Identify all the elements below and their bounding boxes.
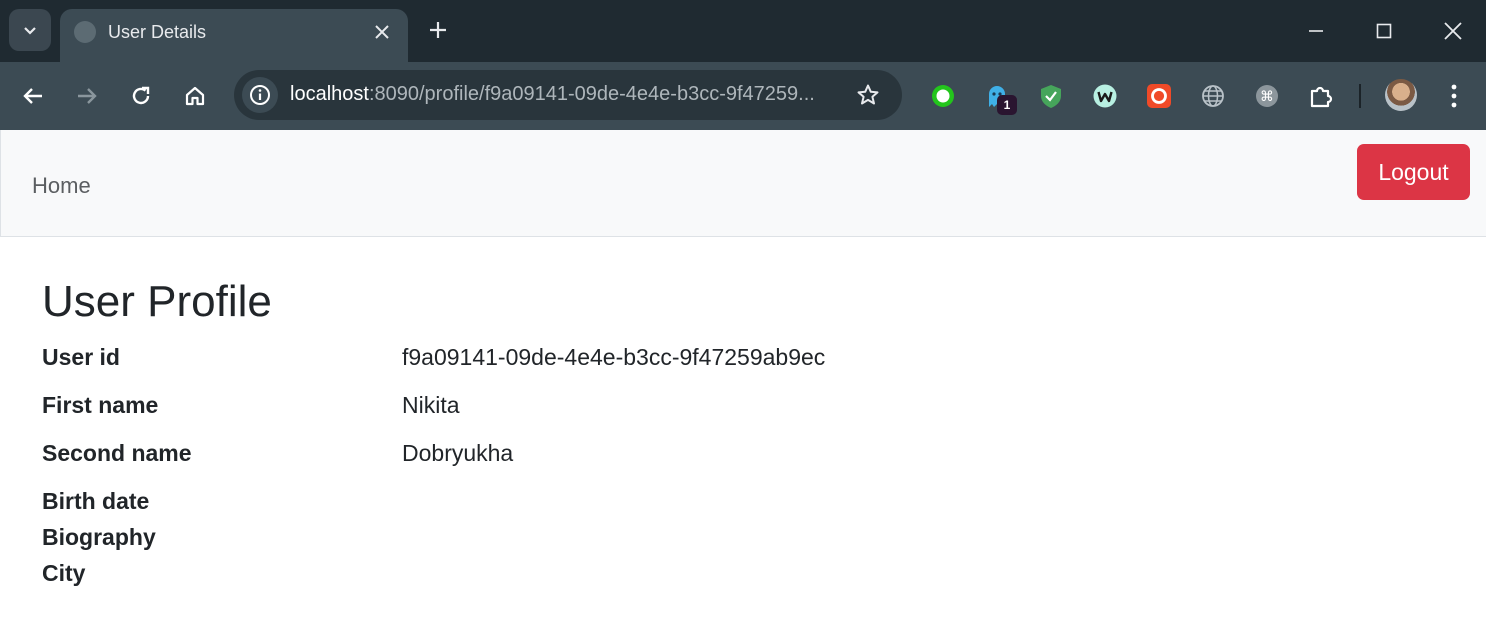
- chevron-down-icon: [24, 27, 36, 35]
- close-icon: [1444, 22, 1462, 40]
- orange-ring-icon: [1147, 84, 1171, 108]
- field-label: City: [42, 560, 86, 586]
- site-info-button[interactable]: [242, 77, 278, 113]
- field-value: f9a09141-09de-4e4e-b3cc-9f47259ab9ec: [402, 344, 826, 370]
- minimize-icon: [1309, 30, 1323, 32]
- bookmark-button[interactable]: [854, 81, 882, 109]
- command-key-icon: ⌘: [1256, 85, 1278, 107]
- site-navbar: Home Logout: [0, 130, 1486, 237]
- home-icon: [185, 86, 205, 106]
- field-label: Biography: [42, 524, 156, 550]
- profile-details: User id f9a09141-09de-4e4e-b3cc-9f47259a…: [42, 334, 1442, 586]
- address-bar[interactable]: localhost:8090/profile/f9a09141-09de-4e4…: [234, 70, 902, 120]
- reload-button[interactable]: [121, 76, 161, 116]
- extension-globe-icon[interactable]: [1199, 82, 1227, 110]
- svg-text:⌘: ⌘: [1260, 89, 1274, 105]
- page-title: User Profile: [42, 277, 272, 326]
- profile-row-birth-date: Birth date: [42, 478, 1442, 514]
- profile-row-user-id: User id f9a09141-09de-4e4e-b3cc-9f47259a…: [42, 334, 1442, 382]
- forward-button[interactable]: [67, 76, 107, 116]
- globe-icon: [1202, 85, 1224, 107]
- extension-shield-icon[interactable]: [1037, 82, 1065, 110]
- browser-toolbar: localhost:8090/profile/f9a09141-09de-4e4…: [0, 62, 1486, 130]
- tab-title: User Details: [108, 22, 207, 42]
- arrow-right-icon: [78, 88, 97, 104]
- browser-tab-active[interactable]: User Details: [60, 9, 408, 62]
- extension-command-icon[interactable]: ⌘: [1253, 82, 1281, 110]
- shield-icon: [1041, 85, 1061, 108]
- toolbar-separator: [1359, 84, 1361, 108]
- w-logo-icon: [1093, 84, 1117, 108]
- url-path: :8090/profile/f9a09141-09de-4e4e-b3cc-9f…: [368, 83, 815, 105]
- extension-badge: 1: [997, 95, 1017, 115]
- home-button[interactable]: [175, 76, 215, 116]
- new-tab-button[interactable]: [424, 16, 452, 44]
- field-label: Second name: [42, 440, 192, 466]
- plus-icon: [430, 22, 446, 38]
- profile-row-biography: Biography: [42, 514, 1442, 550]
- browser-menu-button[interactable]: [1440, 79, 1468, 113]
- profile-row-second-name: Second name Dobryukha: [42, 430, 1442, 478]
- maximize-icon: [1376, 23, 1392, 39]
- puzzle-icon: [1310, 86, 1333, 108]
- close-icon: [375, 25, 389, 39]
- info-icon: [250, 85, 270, 105]
- back-button[interactable]: [13, 76, 53, 116]
- profile-row-first-name: First name Nikita: [42, 382, 1442, 430]
- extension-orange-ring-icon[interactable]: [1145, 82, 1173, 110]
- profile-row-city: City: [42, 550, 1442, 586]
- extensions-menu-button[interactable]: [1307, 82, 1335, 110]
- globe-icon: [74, 21, 96, 43]
- nav-home-link[interactable]: Home: [32, 173, 91, 199]
- minimize-button[interactable]: [1299, 14, 1333, 48]
- more-vertical-icon: [1451, 84, 1457, 108]
- tab-search-button[interactable]: [9, 9, 51, 51]
- profile-content: User Profile User id f9a09141-09de-4e4e-…: [42, 270, 1442, 586]
- browser-tab-bar: User Details: [0, 0, 1486, 62]
- profile-avatar[interactable]: [1385, 79, 1417, 111]
- extension-w-icon[interactable]: [1091, 82, 1119, 110]
- field-value: Nikita: [402, 392, 460, 418]
- url-text: localhost:8090/profile/f9a09141-09de-4e4…: [290, 83, 815, 106]
- close-window-button[interactable]: [1436, 14, 1470, 48]
- green-circle-icon: [932, 85, 954, 107]
- extension-green-circle-icon[interactable]: [929, 82, 957, 110]
- field-label: First name: [42, 392, 159, 418]
- logout-button[interactable]: Logout: [1357, 144, 1470, 200]
- field-label: User id: [42, 344, 120, 370]
- arrow-left-icon: [23, 88, 42, 104]
- close-tab-button[interactable]: [370, 20, 394, 44]
- maximize-button[interactable]: [1367, 14, 1401, 48]
- url-host: localhost: [290, 83, 369, 105]
- field-value: Dobryukha: [402, 440, 514, 466]
- field-label: Birth date: [42, 488, 150, 514]
- reload-icon: [132, 86, 150, 105]
- star-icon: [857, 84, 879, 105]
